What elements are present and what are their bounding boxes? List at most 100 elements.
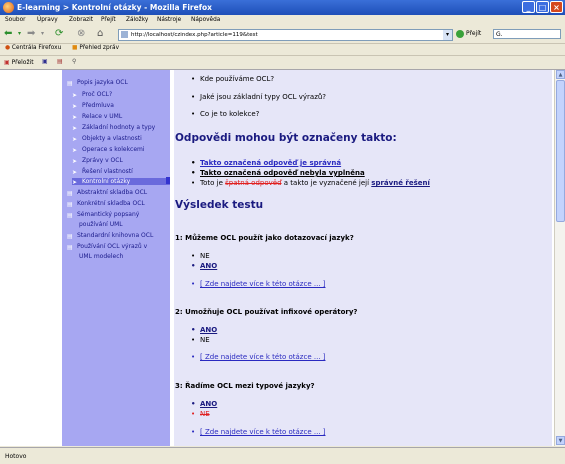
menu-edit[interactable]: Úpravy	[37, 17, 58, 23]
menu-help[interactable]: Nápověda	[191, 17, 220, 23]
page-content: ▤ Popis jazyka OCL ➤ Proč OCL? ➤ Předmluva …	[0, 70, 554, 446]
sidebar-current-marker	[166, 177, 170, 184]
arrow-icon: ➤	[72, 178, 78, 186]
marking-heading: Odpovědi mohou být označeny takto:	[175, 132, 397, 144]
sidebar-item-objects[interactable]: ➤ Objekty a vlastnosti	[72, 135, 142, 143]
menu-file[interactable]: Soubor	[5, 17, 26, 23]
question-1: 1: Můžeme OCL použít jako dotazovací jaz…	[175, 234, 354, 242]
answer-wrong: NE	[191, 410, 209, 418]
reload-button[interactable]: ⟳	[55, 28, 63, 40]
extension-toolbar: ▣ Přeložit ▣ ▤ ⚲	[0, 56, 565, 70]
vertical-scrollbar[interactable]: ▲ ▼	[554, 70, 565, 446]
sidebar-item-why-ocl[interactable]: ➤ Proč OCL?	[72, 91, 112, 99]
question-2: 2: Umožňuje OCL používat infixové operát…	[175, 308, 358, 316]
page-icon	[121, 31, 128, 38]
sidebar-nav: ▤ Popis jazyka OCL ➤ Proč OCL? ➤ Předmluva …	[62, 70, 170, 446]
question-3: 3: Řadíme OCL mezi typové jazyky?	[175, 382, 315, 390]
answer-correct: ANO	[191, 262, 217, 270]
legend-correct: Takto označená odpověď je správná	[191, 159, 341, 167]
back-dropdown-icon[interactable]: ▾	[18, 28, 21, 40]
rss-icon: ■	[72, 45, 78, 51]
url-text: http://localhost/czindex.php?article=119…	[131, 32, 258, 38]
legend-unfilled: Takto označená odpověď nebyla vyplněna	[191, 169, 365, 177]
sidebar-item-messages[interactable]: ➤ Zprávy v OCL	[72, 157, 123, 165]
scroll-down-icon[interactable]: ▼	[556, 436, 565, 445]
arrow-icon: ➤	[72, 135, 78, 143]
forward-button[interactable]: ➡	[27, 28, 35, 40]
arrow-icon: ➤	[72, 91, 78, 99]
sidebar-item-using-ocl-cont[interactable]: UML modelech	[79, 253, 123, 260]
menu-go[interactable]: Přejít	[101, 17, 116, 23]
book-icon: ▤	[67, 232, 73, 240]
url-bar[interactable]: http://localhost/czindex.php?article=119…	[118, 29, 453, 41]
firefox-bookmark-icon: ●	[5, 45, 11, 51]
go-icon	[456, 29, 464, 38]
scrollbar-thumb[interactable]	[556, 80, 565, 222]
sidebar-item-std-library[interactable]: ▤ Standardní knihovna OCL	[67, 232, 153, 240]
sidebar-item-basic-values[interactable]: ➤ Základní hodnoty a typy	[72, 124, 155, 132]
question-3-more-link[interactable]: [ Zde najdete více k této otázce ... ]	[191, 428, 326, 436]
translate-button[interactable]: ▣ Přeložit	[4, 59, 34, 66]
book-icon: ▤	[67, 211, 73, 219]
scroll-up-icon[interactable]: ▲	[556, 70, 565, 79]
menu-tools[interactable]: Nástroje	[157, 17, 181, 23]
sidebar-item-uml-relations[interactable]: ➤ Relace v UML	[72, 113, 122, 121]
toolbar-icon-1[interactable]: ▣	[42, 58, 48, 65]
home-button[interactable]: ⌂	[97, 28, 103, 40]
sidebar-item-semantics[interactable]: ▤ Sémantický popsaný	[67, 211, 139, 219]
translate-icon: ▣	[4, 59, 10, 66]
firefox-icon	[3, 2, 14, 13]
sidebar-item-semantics-cont[interactable]: používání UML	[79, 221, 123, 228]
arrow-icon: ➤	[72, 168, 78, 176]
bookmark-firefox-central[interactable]: ● Centrála Firefoxu	[5, 45, 61, 51]
main-content: Kde používáme OCL? Jaké jsou základní ty…	[174, 70, 552, 446]
answer-correct-solution: ANO	[191, 400, 217, 408]
answer-correct: ANO	[191, 326, 217, 334]
intro-bullet: Co je to kolekce?	[191, 110, 259, 118]
toolbar-icon-3[interactable]: ⚲	[72, 58, 76, 65]
close-button[interactable]: ×	[550, 1, 563, 13]
menu-bar: Soubor Úpravy Zobrazit Přejít Záložky Ná…	[0, 15, 565, 26]
answer-option: NE	[191, 252, 209, 260]
toolbar-icon-2[interactable]: ▤	[57, 58, 63, 65]
menu-bookmarks[interactable]: Záložky	[126, 17, 148, 23]
search-input[interactable]: G.	[493, 29, 561, 39]
arrow-icon: ➤	[72, 113, 78, 121]
book-icon: ▤	[67, 243, 73, 251]
sidebar-item-quiz[interactable]: ➤ Kontrolní otázky	[72, 178, 170, 186]
sidebar-item-preface[interactable]: ➤ Předmluva	[72, 102, 114, 110]
window-titlebar: E-learning > Kontrolní otázky - Mozilla …	[0, 0, 565, 15]
go-button[interactable]: Přejít	[456, 29, 481, 39]
status-text: Hotovo	[5, 453, 27, 460]
sidebar-item-ocl-description[interactable]: ▤ Popis jazyka OCL	[67, 79, 128, 87]
menu-view[interactable]: Zobrazit	[69, 17, 93, 23]
sidebar-item-abstract-syntax[interactable]: ▤ Abstraktní skladba OCL	[67, 189, 147, 197]
sidebar-item-collections[interactable]: ➤ Operace s kolekcemi	[72, 146, 145, 154]
arrow-icon: ➤	[72, 102, 78, 110]
book-icon: ▤	[67, 79, 73, 87]
stop-button[interactable]: ⊗	[77, 28, 85, 40]
back-button[interactable]: ⬅	[4, 28, 12, 40]
intro-bullet: Kde používáme OCL?	[191, 75, 274, 83]
window-title: E-learning > Kontrolní otázky - Mozilla …	[17, 3, 212, 12]
url-dropdown-icon[interactable]: ▾	[443, 30, 452, 40]
forward-dropdown-icon[interactable]: ▾	[41, 28, 44, 40]
question-2-more-link[interactable]: [ Zde najdete více k této otázce ... ]	[191, 353, 326, 361]
sidebar-item-using-ocl[interactable]: ▤ Používání OCL výrazů v	[67, 243, 147, 251]
legend-wrong: Toto je špatná odpověď a takto je vyznač…	[191, 179, 430, 187]
arrow-icon: ➤	[72, 146, 78, 154]
go-label: Přejít	[466, 30, 482, 37]
intro-bullet: Jaké jsou základní typy OCL výrazů?	[191, 93, 326, 101]
question-1-more-link[interactable]: [ Zde najdete více k této otázce ... ]	[191, 280, 326, 288]
book-icon: ▤	[67, 200, 73, 208]
sidebar-item-concrete-syntax[interactable]: ▤ Konkrétní skladba OCL	[67, 200, 145, 208]
book-icon: ▤	[67, 189, 73, 197]
bookmark-news[interactable]: ■ Přehled zpráv	[72, 45, 119, 51]
navigation-toolbar: ⬅ ▾ ➡ ▾ ⟳ ⊗ ⌂ http://localhost/czindex.p…	[0, 26, 565, 44]
sidebar-item-solving[interactable]: ➤ Řešení vlastností	[72, 168, 133, 176]
maximize-button[interactable]: □	[536, 1, 549, 13]
minimize-button[interactable]: _	[522, 1, 535, 13]
status-bar: Hotovo	[0, 447, 565, 464]
result-heading: Výsledek testu	[175, 199, 264, 211]
arrow-icon: ➤	[72, 157, 78, 165]
